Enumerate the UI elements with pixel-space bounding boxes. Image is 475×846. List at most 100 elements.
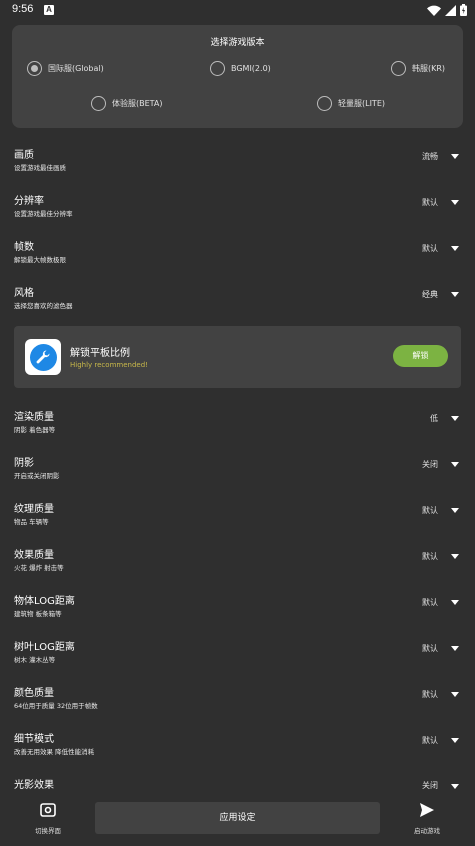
setting-title: 帧数 xyxy=(14,242,34,253)
setting-desc: 解锁最大帧数极限 xyxy=(14,256,66,264)
setting-value: 默认 xyxy=(422,644,438,653)
signal-icon xyxy=(445,4,456,16)
dropdown-arrow-icon[interactable] xyxy=(451,292,459,297)
setting-title: 树叶LOG距离 xyxy=(14,642,75,653)
unlock-tablet-ratio-card: 解锁平板比例 Highly recommended! 解锁 xyxy=(14,326,461,388)
dropdown-arrow-icon[interactable] xyxy=(451,416,459,421)
setting-desc: 设置游戏最佳画质 xyxy=(14,164,66,172)
dropdown-arrow-icon[interactable] xyxy=(451,554,459,559)
dropdown-arrow-icon[interactable] xyxy=(451,462,459,467)
dropdown-arrow-icon[interactable] xyxy=(451,154,459,159)
dropdown-arrow-icon[interactable] xyxy=(451,646,459,651)
setting-value: 默认 xyxy=(422,506,438,515)
dropdown-arrow-icon[interactable] xyxy=(451,600,459,605)
setting-title: 细节模式 xyxy=(14,734,54,745)
setting-desc: 物品 车辆等 xyxy=(14,518,49,526)
setting-title: 光影效果 xyxy=(14,780,54,791)
battery-icon xyxy=(460,4,467,16)
setting-desc: 64位用于质量 32位用于帧数 xyxy=(14,702,98,710)
radio-label: 轻量服(LITE) xyxy=(338,99,385,108)
wifi-icon xyxy=(427,5,441,16)
send-icon xyxy=(420,803,434,817)
setting-value: 默认 xyxy=(422,690,438,699)
setting-title: 阴影 xyxy=(14,458,34,469)
status-icons xyxy=(427,3,467,17)
radio-label: 国际服(Global) xyxy=(48,64,104,73)
notification-app-icon: A xyxy=(44,5,54,15)
setting-value: 流畅 xyxy=(422,152,438,161)
setting-value: 默认 xyxy=(422,244,438,253)
setting-title: 分辨率 xyxy=(14,196,44,207)
status-time: 9:56 xyxy=(12,3,34,15)
switch-view-button[interactable]: 切换界面 xyxy=(28,802,68,835)
setting-row-foliage-lod[interactable]: 树叶LOG距离 树木 灌木丛等 默认 xyxy=(0,632,475,678)
setting-title: 画质 xyxy=(14,150,34,161)
radio-circle-icon xyxy=(317,96,332,111)
setting-title: 纹理质量 xyxy=(14,504,54,515)
unlock-title: 解锁平板比例 xyxy=(70,348,130,359)
launch-game-label: 启动游戏 xyxy=(414,827,440,835)
setting-row-resolution[interactable]: 分辨率 设置游戏最佳分辨率 默认 xyxy=(0,186,475,232)
radio-bgmi[interactable]: BGMI(2.0) xyxy=(210,61,271,76)
radio-label: BGMI(2.0) xyxy=(231,64,271,73)
apply-settings-button[interactable]: 应用设定 xyxy=(95,802,380,834)
setting-row-quality[interactable]: 画质 设置游戏最佳画质 流畅 xyxy=(0,140,475,186)
status-bar: 9:56 A xyxy=(0,0,475,20)
dropdown-arrow-icon[interactable] xyxy=(451,784,459,789)
setting-title: 渲染质量 xyxy=(14,412,54,423)
setting-desc: 选择您喜欢的滤色器 xyxy=(14,302,73,310)
dropdown-arrow-icon[interactable] xyxy=(451,738,459,743)
setting-row-style[interactable]: 风格 选择您喜欢的滤色器 经典 xyxy=(0,278,475,324)
setting-title: 效果质量 xyxy=(14,550,54,561)
dropdown-arrow-icon[interactable] xyxy=(451,508,459,513)
setting-row-render-quality[interactable]: 渲染质量 阴影 着色器等 低 xyxy=(0,402,475,448)
radio-lite[interactable]: 轻量服(LITE) xyxy=(317,96,385,111)
switch-screen-icon xyxy=(40,803,56,817)
setting-title: 物体LOG距离 xyxy=(14,596,75,607)
setting-row-effect-quality[interactable]: 效果质量 火花 爆炸 射击等 默认 xyxy=(0,540,475,586)
setting-value: 关闭 xyxy=(422,781,438,790)
wrench-glyph-icon xyxy=(36,350,50,364)
setting-value: 低 xyxy=(430,414,438,423)
version-selector-card: 选择游戏版本 国际服(Global) BGMI(2.0) 韩服(KR) 体验服(… xyxy=(12,25,463,128)
radio-label: 体验服(BETA) xyxy=(112,99,163,108)
setting-row-detail-mode[interactable]: 细节模式 改善无用效果 降低性能消耗 默认 xyxy=(0,724,475,770)
setting-desc: 开启或关闭阴影 xyxy=(14,472,60,480)
version-title: 选择游戏版本 xyxy=(210,38,265,48)
setting-desc: 设置游戏最佳分辨率 xyxy=(14,210,73,218)
setting-value: 默认 xyxy=(422,598,438,607)
radio-beta[interactable]: 体验服(BETA) xyxy=(91,96,163,111)
setting-value: 关闭 xyxy=(422,460,438,469)
switch-view-label: 切换界面 xyxy=(35,827,61,835)
setting-row-fps[interactable]: 帧数 解锁最大帧数极限 默认 xyxy=(0,232,475,278)
radio-global[interactable]: 国际服(Global) xyxy=(27,61,104,76)
setting-row-object-lod[interactable]: 物体LOG距离 建筑物 板条箱等 默认 xyxy=(0,586,475,632)
setting-title: 风格 xyxy=(14,288,34,299)
setting-value: 默认 xyxy=(422,198,438,207)
setting-value: 默认 xyxy=(422,552,438,561)
setting-row-texture-quality[interactable]: 纹理质量 物品 车辆等 默认 xyxy=(0,494,475,540)
radio-circle-icon xyxy=(27,61,42,76)
dropdown-arrow-icon[interactable] xyxy=(451,692,459,697)
setting-title: 颜色质量 xyxy=(14,688,54,699)
launch-game-button[interactable]: 启动游戏 xyxy=(406,802,448,835)
unlock-button[interactable]: 解锁 xyxy=(393,345,448,367)
setting-desc: 树木 灌木丛等 xyxy=(14,656,56,664)
setting-desc: 建筑物 板条箱等 xyxy=(14,610,62,618)
bottom-bar: 切换界面 应用设定 启动游戏 xyxy=(0,796,475,846)
setting-value: 默认 xyxy=(422,736,438,745)
dropdown-arrow-icon[interactable] xyxy=(451,246,459,251)
dropdown-arrow-icon[interactable] xyxy=(451,200,459,205)
radio-kr[interactable]: 韩服(KR) xyxy=(391,61,445,76)
radio-circle-icon xyxy=(91,96,106,111)
unlock-subtitle: Highly recommended! xyxy=(70,361,148,369)
setting-row-color-quality[interactable]: 颜色质量 64位用于质量 32位用于帧数 默认 xyxy=(0,678,475,724)
setting-desc: 火花 爆炸 射击等 xyxy=(14,564,64,572)
unlock-app-icon xyxy=(25,339,61,375)
radio-label: 韩服(KR) xyxy=(412,64,446,73)
radio-circle-icon xyxy=(391,61,406,76)
setting-desc: 改善无用效果 降低性能消耗 xyxy=(14,748,95,756)
setting-value: 经典 xyxy=(422,290,438,299)
wrench-icon xyxy=(29,343,57,371)
setting-row-shadow[interactable]: 阴影 开启或关闭阴影 关闭 xyxy=(0,448,475,494)
